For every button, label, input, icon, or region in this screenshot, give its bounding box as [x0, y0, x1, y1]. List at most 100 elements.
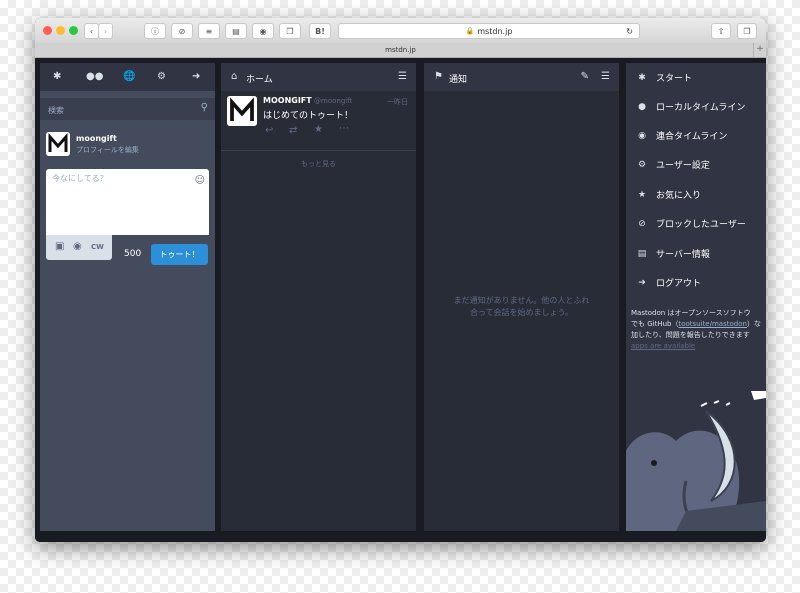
sign-out-icon: ➜: [638, 277, 646, 288]
search-input[interactable]: [46, 102, 195, 118]
globe-icon[interactable]: ◉: [73, 241, 82, 252]
status-avatar[interactable]: [227, 96, 257, 126]
notifications-title: 通知: [449, 75, 468, 85]
empty-message-line: 合って会話を始めましょう。: [469, 308, 574, 317]
minimize-window-button[interactable]: [56, 26, 65, 35]
apps-link[interactable]: apps are available: [631, 341, 766, 352]
gear-icon[interactable]: ⚙: [157, 71, 166, 82]
mastodon-app: ✱ ●● 🌐 ⚙ ➜ ⚲ moongift プロフィールを編集 ☺ ▣ ◉: [35, 58, 766, 542]
bell-icon: ⚑: [434, 71, 443, 82]
address-bar[interactable]: 🔒 mstdn.jp ↻: [338, 23, 640, 39]
star-icon: ★: [637, 189, 647, 200]
tab-title[interactable]: mstdn.jp: [385, 46, 416, 54]
home-header[interactable]: ⌂ ホーム ☰: [221, 63, 416, 91]
layout-icon[interactable]: ▤: [225, 23, 247, 39]
mastodon-mascot-icon: [626, 391, 766, 531]
close-window-button[interactable]: [43, 26, 52, 35]
share-icon[interactable]: ⇧: [711, 23, 731, 39]
sign-out-icon[interactable]: ➜: [192, 71, 200, 82]
hatena-bookmark-icon[interactable]: B!: [309, 23, 331, 39]
forward-icon[interactable]: ›: [98, 23, 113, 39]
notifications-header[interactable]: ⚑ 通知 ✎ ☰: [424, 63, 619, 91]
search-icon[interactable]: ⚲: [201, 102, 208, 113]
drawer-nav: ✱ ●● 🌐 ⚙ ➜: [40, 63, 215, 91]
status-time[interactable]: 一昨日: [387, 97, 408, 107]
tab-bar: mstdn.jp +: [35, 43, 766, 58]
search-box: ⚲: [40, 98, 215, 120]
emoji-icon[interactable]: ☺: [195, 175, 205, 186]
block-icon: ⊘: [638, 218, 646, 229]
home-column: ⌂ ホーム ☰ MOONGIFT @moongift 一昨日 はじめてのトゥート…: [221, 63, 416, 531]
reply-icon[interactable]: ↩: [265, 125, 273, 136]
compose-form: ☺: [46, 169, 209, 235]
sliders-icon[interactable]: ☰: [601, 71, 610, 82]
menu-item-label: ローカルタイムライン: [656, 103, 746, 113]
drawer-column: ✱ ●● 🌐 ⚙ ➜ ⚲ moongift プロフィールを編集 ☺ ▣ ◉: [40, 63, 215, 531]
menu-item-label: ログアウト: [656, 279, 702, 289]
shield-icon[interactable]: ◉: [252, 23, 274, 39]
menu-item-start[interactable]: ✱ スタート: [626, 63, 766, 92]
toot-button[interactable]: トゥート！: [151, 244, 208, 265]
menu-item-label: お気に入り: [656, 191, 702, 201]
menu-item-favourites[interactable]: ★ お気に入り: [626, 180, 766, 209]
camera-icon[interactable]: ▣: [55, 241, 64, 252]
about-line: でも GitHub（tootsuite/mastodon）な: [631, 319, 766, 330]
home-title: ホーム: [246, 75, 273, 85]
menu-item-about[interactable]: ▤ サーバー情報: [626, 239, 766, 268]
info-icon[interactable]: ⓘ: [144, 23, 166, 39]
block-icon[interactable]: ⊘: [171, 23, 193, 39]
github-link[interactable]: tootsuite/mastodon: [678, 320, 746, 328]
about-text-segment: ）な: [746, 320, 761, 328]
empty-notifications-message: まだ通知がありません。他の人とふれ 合って会話を始めましょう。: [424, 295, 619, 319]
load-more-button[interactable]: もっと見る: [221, 159, 416, 169]
moongift-logo-icon: [46, 132, 70, 156]
asterisk-icon[interactable]: ✱: [53, 71, 61, 82]
layers-icon[interactable]: ≡: [198, 23, 220, 39]
about-line: Mastodon はオープンソースソフトウ: [631, 309, 751, 317]
edit-profile-link[interactable]: プロフィールを編集: [76, 145, 139, 155]
notifications-column: ⚑ 通知 ✎ ☰ まだ通知がありません。他の人とふれ 合って会話を始めましょう。: [424, 63, 619, 531]
status[interactable]: MOONGIFT @moongift 一昨日 はじめてのトゥート！ ↩ ⇄ ★ …: [221, 91, 416, 151]
sliders-icon[interactable]: ☰: [398, 71, 407, 82]
status-display-name[interactable]: MOONGIFT: [263, 96, 312, 105]
menu-item-preferences[interactable]: ⚙ ユーザー設定: [626, 150, 766, 179]
reload-icon[interactable]: ↻: [626, 27, 633, 36]
boost-icon[interactable]: ⇄: [289, 125, 297, 136]
back-icon[interactable]: ‹: [84, 23, 99, 39]
about-text-segment: でも GitHub（: [631, 320, 679, 328]
menu-item-label: 連合タイムライン: [656, 132, 728, 142]
empty-message-line: まだ通知がありません。他の人とふれ: [453, 296, 590, 305]
star-icon[interactable]: ★: [314, 124, 323, 135]
users-icon[interactable]: ●●: [86, 71, 103, 82]
user-display-name[interactable]: moongift: [76, 134, 117, 143]
browser-toolbar: ‹ › ⓘ ⊘ ≡ ▤ ◉ ❐ B! 🔒 mstdn.jp ↻ ⇧ ❐: [35, 18, 766, 44]
menu-item-blocks[interactable]: ⊘ ブロックしたユーザー: [626, 209, 766, 238]
menu-item-federated-timeline[interactable]: ◉ 連合タイムライン: [626, 121, 766, 150]
status-handle[interactable]: @moongift: [314, 97, 352, 105]
zoom-window-button[interactable]: [69, 26, 78, 35]
home-icon: ⌂: [231, 71, 238, 82]
avatar[interactable]: [46, 132, 70, 156]
tabs-icon[interactable]: ❐: [737, 23, 757, 39]
ellipsis-icon[interactable]: ⋯: [339, 123, 349, 134]
cw-button[interactable]: CW: [91, 243, 104, 251]
users-icon: ●: [638, 101, 646, 112]
menu-item-local-timeline[interactable]: ● ローカルタイムライン: [626, 92, 766, 121]
eraser-icon[interactable]: ✎: [581, 71, 589, 82]
menu-item-label: サーバー情報: [656, 250, 710, 260]
menu-item-logout[interactable]: ➜ ログアウト: [626, 268, 766, 297]
compose-options: ▣ ◉ CW: [46, 235, 112, 260]
character-counter: 500: [124, 249, 142, 259]
copy-icon[interactable]: ❐: [279, 23, 301, 39]
globe-icon[interactable]: 🌐: [123, 71, 135, 82]
menu-item-label: ユーザー設定: [656, 161, 710, 171]
about-text: Mastodon はオープンソースソフトウ でも GitHub（tootsuit…: [631, 308, 766, 352]
new-tab-button[interactable]: +: [753, 43, 766, 57]
about-line: 加したり、問題を報告したりできます: [631, 331, 750, 339]
asterisk-icon: ✱: [638, 72, 646, 83]
status-content: はじめてのトゥート！: [263, 111, 354, 121]
moongift-logo-icon: [227, 96, 257, 126]
menu-item-label: ブロックしたユーザー: [656, 220, 746, 230]
compose-textarea[interactable]: [46, 169, 208, 235]
globe-icon: ◉: [638, 130, 646, 141]
